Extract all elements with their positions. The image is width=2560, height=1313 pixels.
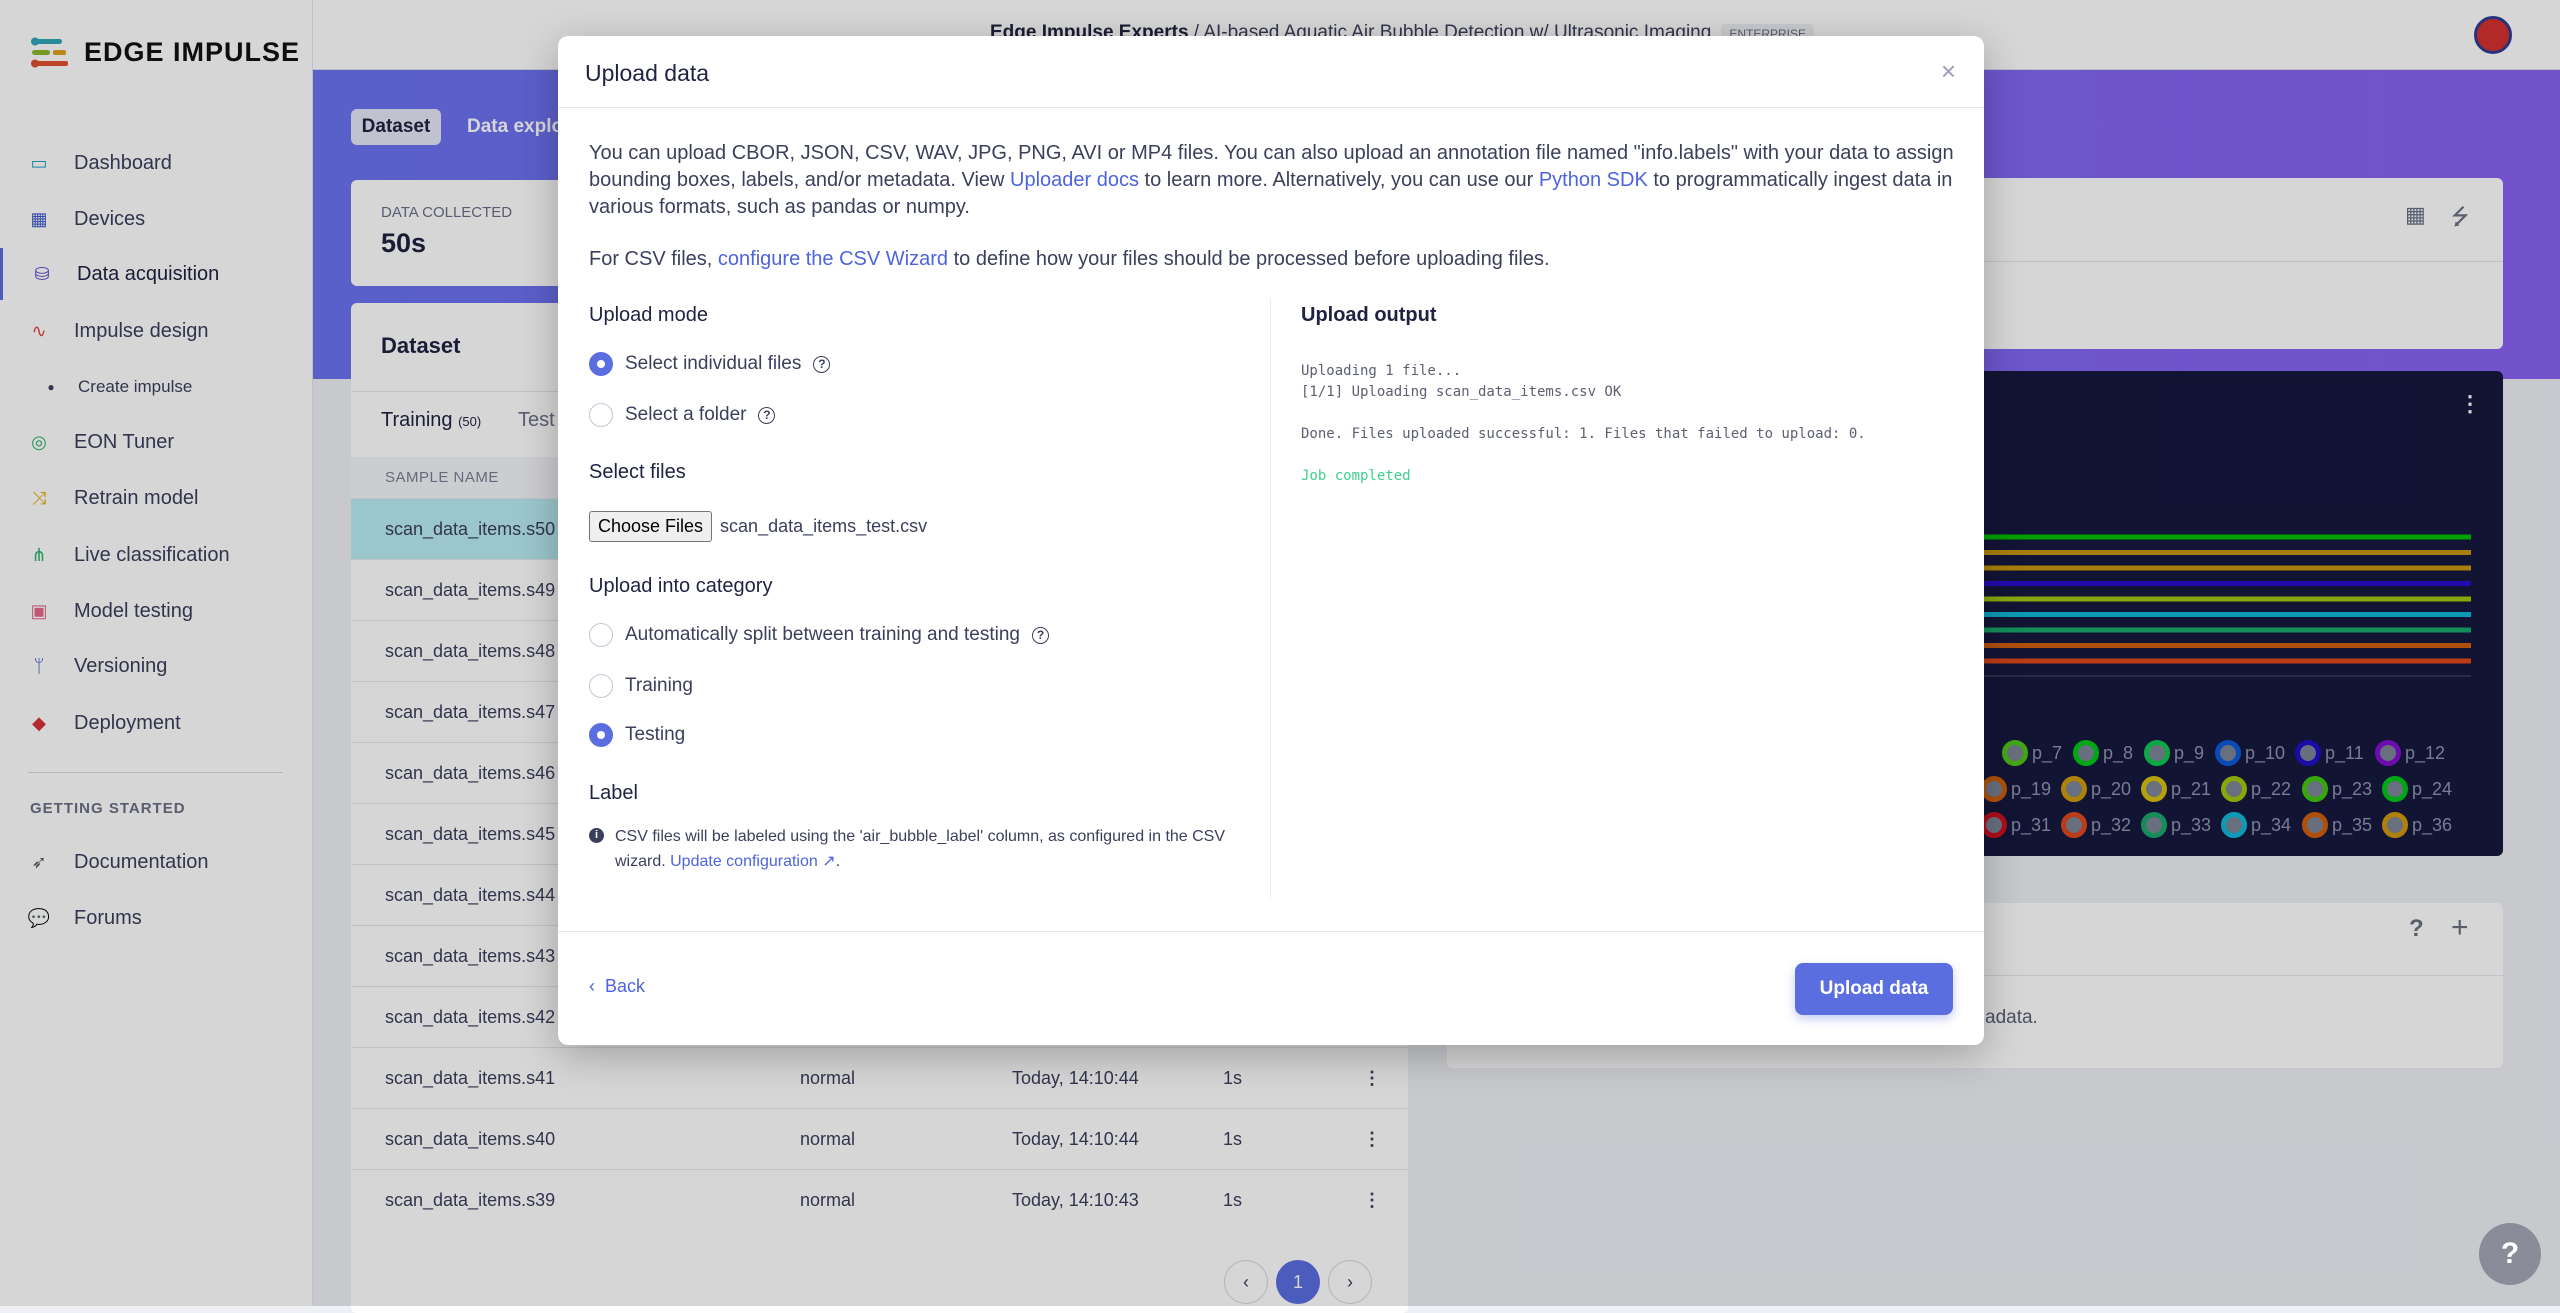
python-sdk-link[interactable]: Python SDK	[1539, 169, 1648, 191]
radio-label: Select a folder	[625, 404, 747, 425]
column-divider	[1270, 298, 1271, 898]
radio-checked[interactable]	[589, 352, 613, 376]
label-heading: Label	[589, 782, 638, 804]
file-input[interactable]: Choose Files scan_data_items_test.csv	[589, 511, 927, 542]
select-files-heading: Select files	[589, 461, 686, 483]
radio-checked[interactable]	[589, 723, 613, 747]
back-label: Back	[605, 976, 646, 996]
radio-label: Automatically split between training and…	[625, 624, 1021, 645]
output-line: [1/1] Uploading scan_data_items.csv OK	[1301, 384, 1622, 400]
radio-testing[interactable]: Testing	[589, 723, 685, 747]
help-circle-icon[interactable]: ?	[758, 406, 776, 424]
intro-text: You can upload CBOR, JSON, CSV, WAV, JPG…	[589, 142, 1954, 218]
radio-unchecked[interactable]	[589, 674, 613, 698]
upload-output-heading: Upload output	[1301, 304, 1437, 326]
upload-data-button[interactable]: Upload data	[1795, 963, 1953, 1015]
upload-data-modal: Upload data × You can upload CBOR, JSON, …	[558, 36, 1984, 1045]
radio-unchecked[interactable]	[589, 403, 613, 427]
output-job-completed: Job completed	[1301, 468, 1411, 484]
selected-file-name: scan_data_items_test.csv	[720, 516, 928, 536]
output-line: Done. Files uploaded successful: 1. File…	[1301, 426, 1866, 442]
radio-label: Training	[625, 675, 693, 696]
radio-unchecked[interactable]	[589, 623, 613, 647]
uploader-docs-link[interactable]: Uploader docs	[1010, 169, 1139, 191]
radio-label: Select individual files	[625, 353, 802, 374]
info-icon: i	[589, 828, 604, 843]
radio-auto-split[interactable]: Automatically split between training and…	[589, 623, 1050, 647]
update-configuration-link[interactable]: Update configuration	[670, 853, 818, 870]
help-circle-icon[interactable]: ?	[813, 355, 831, 373]
help-button[interactable]: ?	[2479, 1223, 2541, 1285]
modal-title: Upload data	[585, 60, 710, 86]
label-info-text: CSV files will be labeled using the 'air…	[615, 828, 1226, 870]
radio-label: Testing	[625, 724, 686, 745]
back-button[interactable]: ‹ Back	[589, 976, 645, 997]
radio-individual-files[interactable]: Select individual files?	[589, 352, 831, 376]
category-heading: Upload into category	[589, 575, 773, 597]
csv-text: For CSV files, configure the CSV Wizard …	[589, 248, 1550, 270]
csv-wizard-link[interactable]: configure the CSV Wizard	[718, 248, 948, 270]
upload-mode-heading: Upload mode	[589, 304, 708, 326]
help-circle-icon[interactable]: ?	[1032, 626, 1050, 644]
choose-files-button[interactable]: Choose Files	[589, 511, 713, 542]
footer-divider	[558, 931, 1984, 932]
chevron-left-icon: ‹	[589, 976, 595, 996]
output-line: Uploading 1 file...	[1301, 363, 1462, 379]
close-icon[interactable]: ×	[1941, 56, 1956, 87]
radio-select-folder[interactable]: Select a folder?	[589, 403, 776, 427]
radio-training[interactable]: Training	[589, 674, 693, 698]
external-link-icon: ↗	[822, 853, 836, 870]
